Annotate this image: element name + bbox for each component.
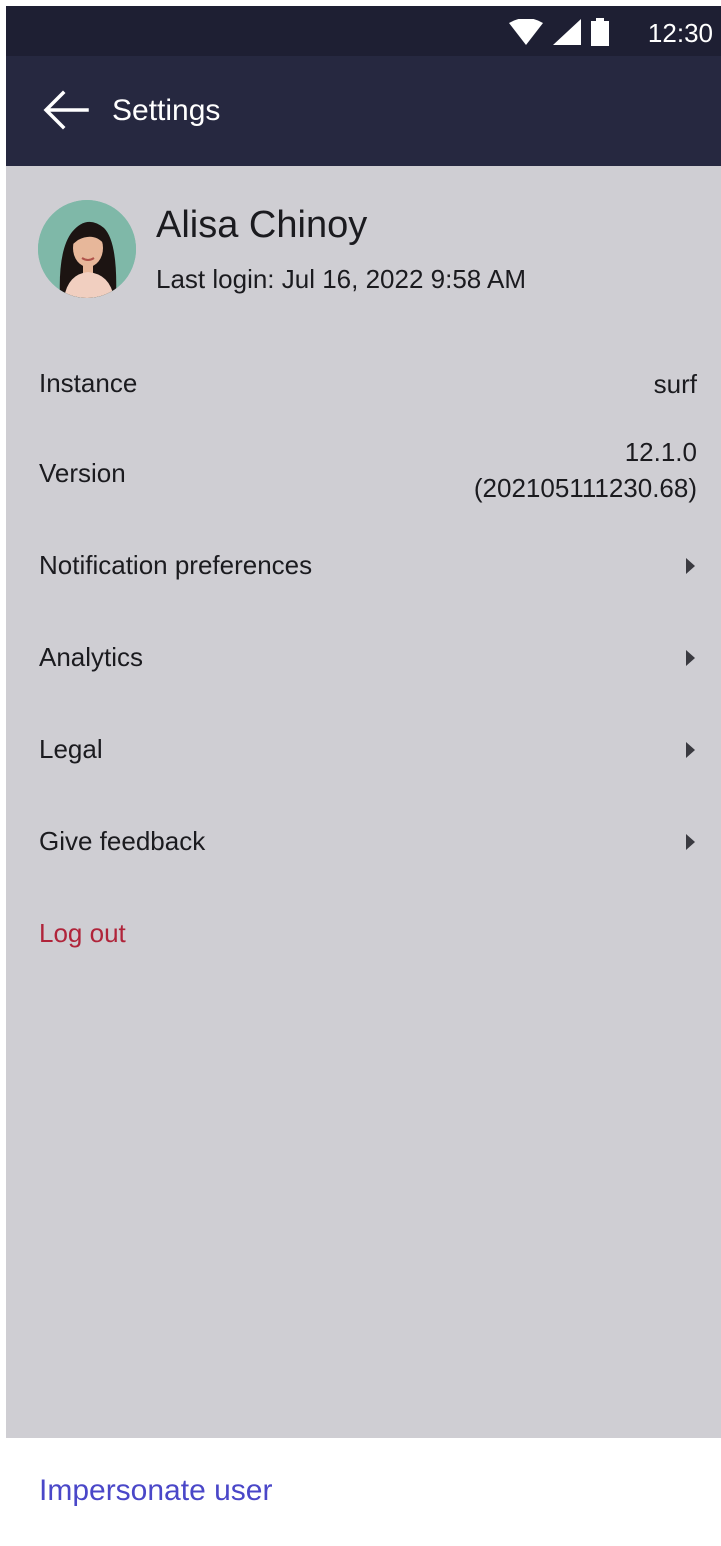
log-out-button[interactable]: Log out (6, 896, 721, 966)
bottom-sheet: Impersonate user (6, 1438, 721, 1546)
page-title: Settings (112, 94, 221, 127)
wifi-icon (509, 18, 543, 50)
profile-header: Alisa Chinoy Last login: Jul 16, 2022 9:… (6, 166, 721, 316)
app-bar: Settings (6, 56, 721, 166)
last-login-text: Last login: Jul 16, 2022 9:58 AM (156, 264, 527, 294)
notification-preferences-row[interactable]: Notification preferences (6, 528, 721, 598)
settings-content: Alisa Chinoy Last login: Jul 16, 2022 9:… (6, 166, 721, 1438)
back-button[interactable] (40, 86, 92, 138)
avatar (38, 200, 136, 298)
chevron-right-icon (686, 558, 695, 574)
give-feedback-row[interactable]: Give feedback (6, 804, 721, 874)
instance-row: Instance surf (6, 366, 721, 406)
chevron-right-icon (686, 834, 695, 850)
version-label: Version (39, 458, 126, 488)
instance-value: surf (653, 369, 697, 399)
status-bar: 12:30 (6, 6, 721, 56)
legal-label: Legal (39, 734, 103, 764)
profile-name: Alisa Chinoy (156, 204, 368, 246)
cellular-signal-icon (553, 19, 581, 50)
analytics-label: Analytics (39, 642, 144, 672)
status-time: 12:30 (647, 18, 713, 48)
log-out-label: Log out (39, 918, 126, 948)
notification-preferences-label: Notification preferences (39, 550, 313, 580)
arrow-left-icon (43, 90, 89, 135)
chevron-right-icon (686, 742, 695, 758)
settings-screen: 12:30 Settings Alisa Chinoy Last login: … (6, 6, 721, 1546)
battery-icon (591, 18, 609, 51)
instance-label: Instance (39, 368, 138, 398)
version-row: Version 12.1.0 (202105111230.68) (6, 434, 721, 514)
version-build: (202105111230.68) (473, 473, 697, 503)
version-number: 12.1.0 (624, 437, 697, 467)
chevron-right-icon (686, 650, 695, 666)
analytics-row[interactable]: Analytics (6, 620, 721, 690)
legal-row[interactable]: Legal (6, 712, 721, 782)
impersonate-user-button[interactable]: Impersonate user (39, 1474, 272, 1508)
give-feedback-label: Give feedback (39, 826, 206, 856)
version-value: 12.1.0 (202105111230.68) (474, 434, 697, 506)
status-icons (509, 18, 609, 51)
